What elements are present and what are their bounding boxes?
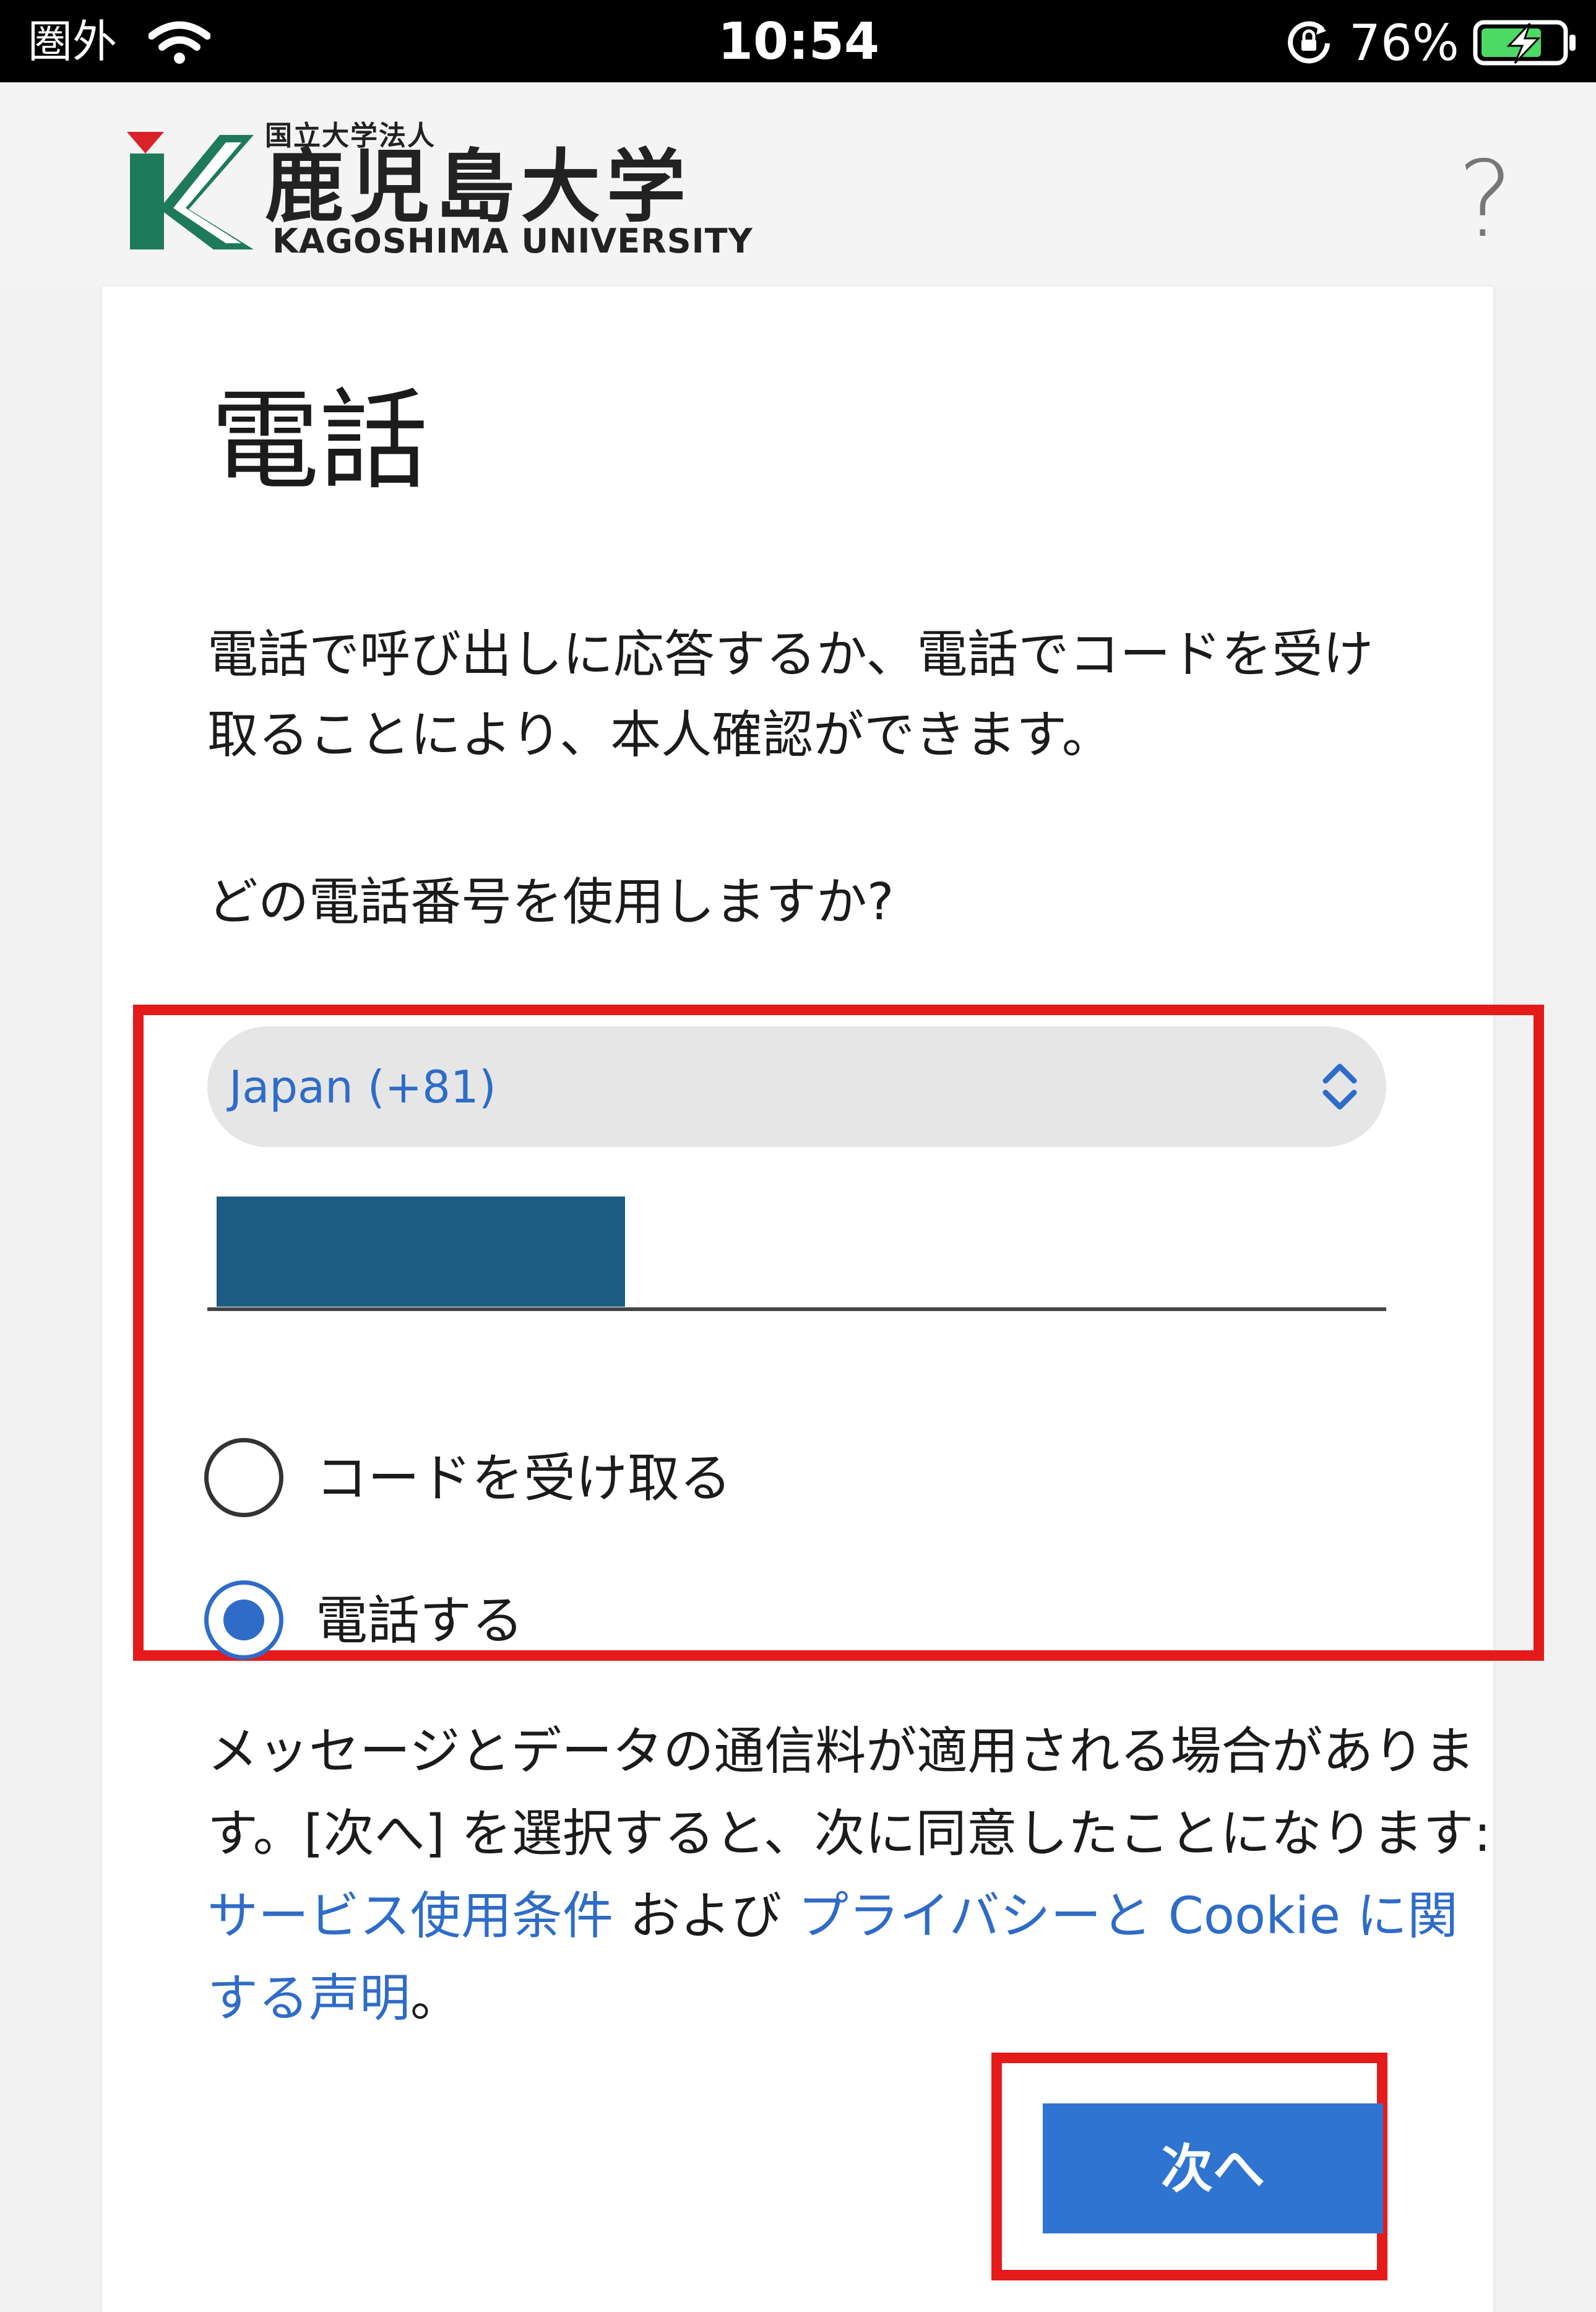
battery-charging-icon [1473,20,1576,66]
radio-receive-code[interactable] [204,1438,283,1517]
option-call-me-label: 電話する [316,1590,524,1651]
option-receive-code-label: コードを受け取る [316,1448,732,1509]
description-text: 電話で呼び出しに応答するか、電話でコードを受け取ることにより、本人確認ができます… [207,625,1374,764]
wifi-icon [149,21,210,64]
status-bar: 圏外 10:54 76% [0,0,1596,82]
page-title: 電話 [210,378,429,504]
radio-selected-dot [223,1600,264,1640]
legal-period: 。 [410,1969,462,2028]
terms-of-use-link[interactable]: サービス使用条件 [207,1887,613,1946]
legal-and: および [613,1887,798,1946]
logo-english: KAGOSHIMA UNIVERSITY [272,222,753,261]
next-button[interactable]: 次へ [1043,2103,1383,2233]
rotation-lock-icon [1288,21,1330,64]
carrier-label: 圏外 [28,15,118,67]
option-call-me[interactable]: 電話する [204,1580,1071,1667]
phone-question: どの電話番号を使用しますか? [207,873,894,932]
phone-number-field[interactable] [207,1190,1386,1311]
app-header: 国立大学法人 鹿児島大学 KAGOSHIMA UNIVERSITY ? [0,82,1596,287]
option-receive-code[interactable]: コードを受け取る [204,1438,1071,1525]
country-code-value: Japan (+81) [229,1061,496,1113]
help-button[interactable]: ? [1448,144,1522,256]
country-code-select[interactable]: Japan (+81) [207,1026,1386,1147]
redacted-phone-number [217,1197,625,1307]
clock-time: 10:54 [718,12,880,71]
university-logo-mark [127,132,254,249]
chevron-up-down-icon [1322,1063,1357,1110]
battery-percent: 76% [1349,14,1459,72]
legal-text: メッセージとデータの通信料が適用される場合があります。[次へ] を選択すると、次… [207,1722,1491,1863]
legal-notice: メッセージとデータの通信料が適用される場合があります。[次へ] を選択すると、次… [207,1710,1495,2040]
logo-title: 鹿児島大学 [265,141,692,233]
sign-in-card: 電話 電話で呼び出しに応答するか、電話でコードを受け取ることにより、本人確認がで… [102,287,1544,2312]
radio-call-me[interactable] [204,1580,283,1660]
